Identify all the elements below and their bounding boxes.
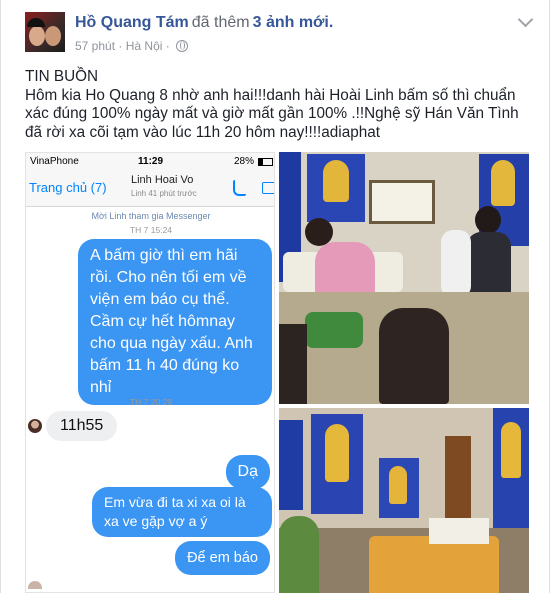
photo-curtain xyxy=(445,436,471,526)
photo-window xyxy=(369,180,435,224)
battery-icon xyxy=(258,158,273,166)
photo-person-foreground xyxy=(379,308,449,404)
avatar-face xyxy=(45,26,61,46)
chevron-down-icon[interactable] xyxy=(517,11,534,28)
photo-buddha-figure xyxy=(491,160,515,206)
avatar-face xyxy=(29,26,45,46)
post-header-title: Hồ Quang Tám đã thêm 3 ảnh mới. xyxy=(75,14,333,32)
altar-photo[interactable] xyxy=(279,408,529,593)
post-time[interactable]: 57 phút xyxy=(75,39,115,53)
photo-plant xyxy=(279,516,319,593)
incoming-message: 11h55 xyxy=(46,411,118,441)
photo-buddha-figure xyxy=(501,422,521,478)
author-avatar[interactable] xyxy=(25,12,65,52)
photo-count-link[interactable]: 3 ảnh mới. xyxy=(253,14,334,31)
photo-person-foreground xyxy=(279,324,307,404)
post-text-line: Hôm kia Ho Quang 8 nhờ anh hai!!!danh hà… xyxy=(25,86,519,141)
facebook-post: Hồ Quang Tám đã thêm 3 ảnh mới. 57 phút · … xyxy=(0,0,550,593)
outgoing-message: A bấm giờ thì em hãi rồi. Cho nên tối em… xyxy=(78,239,272,405)
clock-label: 11:29 xyxy=(138,156,164,167)
back-button: Trang chủ (7) xyxy=(29,180,107,195)
contact-status: Linh 41 phút trước xyxy=(131,189,197,198)
video-call-icon xyxy=(262,182,274,194)
photo-white-cover xyxy=(429,518,489,544)
outgoing-message: Em vừa đi ta xi xa oi là xa ve gặp vợ a … xyxy=(92,487,272,537)
photo-person-white xyxy=(441,230,471,298)
message-timestamp: TH 7 15:24 xyxy=(129,225,173,235)
meta-separator: · xyxy=(165,39,170,53)
photo-buddha-figure xyxy=(389,466,407,504)
post-action: đã thêm xyxy=(191,14,250,31)
contact-name: Linh Hoai Vo xyxy=(131,174,194,186)
chat-nav-bar: Trang chủ (7) Linh Hoai Vo Linh 41 phút … xyxy=(26,170,274,207)
contact-avatar xyxy=(28,581,42,589)
battery-label: 28% xyxy=(234,156,255,167)
photo-buddha-figure xyxy=(325,424,349,482)
message-timestamp: TH 7 20:29 xyxy=(129,397,173,407)
meta-separator: · xyxy=(118,39,123,53)
invite-link: Mời Linh tham gia Messenger xyxy=(91,211,211,221)
phone-status-bar: VinaPhone 11:29 28% xyxy=(26,153,274,170)
author-name[interactable]: Hồ Quang Tám xyxy=(75,14,189,31)
carrier-label: VinaPhone xyxy=(30,156,79,167)
photo-buddha-banner xyxy=(279,420,303,510)
post-meta: 57 phút · Hà Nội · xyxy=(75,39,189,53)
post-location[interactable]: Hà Nội xyxy=(126,39,163,53)
messenger-screenshot-photo[interactable]: VinaPhone 11:29 28% Trang chủ (7) Linh H… xyxy=(25,152,275,593)
ceremony-photo[interactable] xyxy=(279,152,529,404)
avatar-hat xyxy=(27,18,45,27)
outgoing-message: Dạ xyxy=(225,455,270,489)
photo-green-stool xyxy=(305,312,363,348)
post-text: TIN BUỒN Hôm kia Ho Quang 8 nhờ anh hai!… xyxy=(25,68,535,142)
globe-icon[interactable] xyxy=(176,40,189,52)
photo-person-head xyxy=(475,206,501,234)
photo-golden-cloth xyxy=(369,536,499,593)
post-text-line: TIN BUỒN xyxy=(25,68,99,85)
photo-buddha-figure xyxy=(323,160,349,202)
phone-call-icon xyxy=(233,180,246,196)
contact-avatar xyxy=(28,419,42,433)
outgoing-message: Để em báo xyxy=(175,541,270,575)
